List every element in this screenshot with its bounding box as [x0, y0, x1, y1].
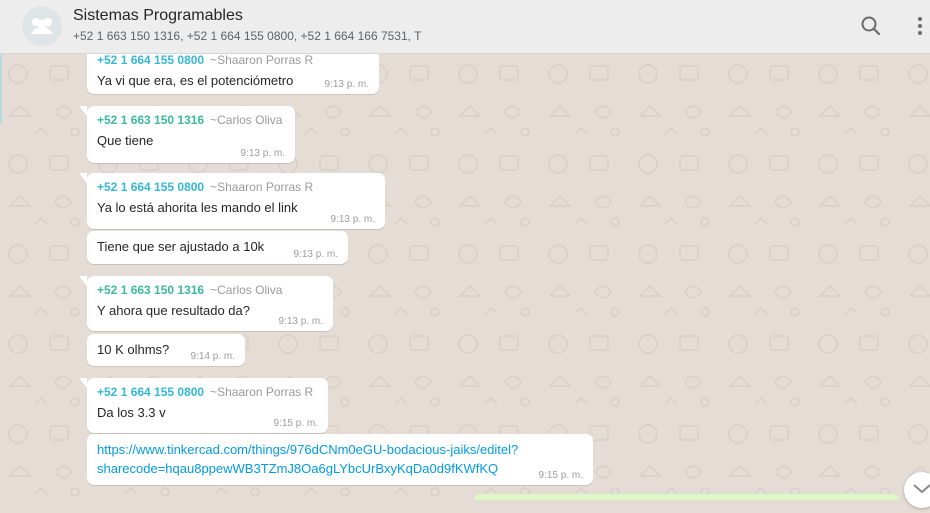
message-time: 9:15 p. m. [538, 470, 583, 481]
sender-number[interactable]: +52 1 663 150 1316 [97, 113, 204, 127]
chevron-down-icon [913, 484, 930, 494]
message-bubble[interactable]: 10 K olhms? 9:14 p. m. [87, 334, 245, 366]
sender-number[interactable]: +52 1 664 155 0800 [97, 385, 204, 399]
message-time: 9:13 p. m. [278, 316, 323, 327]
sender-number[interactable]: +52 1 663 150 1316 [97, 283, 204, 297]
message-sender: +52 1 664 155 0800 ~Shaaron Porras R [97, 179, 376, 195]
message-bubble[interactable]: +52 1 664 155 0800 ~Shaaron Porras R Ya v… [87, 54, 379, 94]
message-time: 9:13 p. m. [240, 148, 285, 159]
message-time: 9:13 p. m. [324, 79, 369, 90]
sender-alias: ~Carlos Oliva [210, 283, 283, 297]
message-bubble[interactable]: +52 1 664 155 0800 ~Shaaron Porras R Ya l… [79, 173, 385, 229]
message-sender: +52 1 663 150 1316 ~Carlos Oliva [97, 112, 286, 128]
chat-title[interactable]: Sistemas Programables [73, 7, 243, 25]
message-list[interactable]: +52 1 664 155 0800 ~Shaaron Porras R Ya v… [0, 54, 930, 500]
message-link[interactable]: https://www.tinkercad.com/things/976dCNm… [97, 442, 518, 476]
search-icon[interactable] [857, 12, 885, 40]
message-sender: +52 1 663 150 1316 ~Carlos Oliva [97, 282, 324, 298]
sender-alias: ~Shaaron Porras R [210, 54, 314, 67]
message-sender: +52 1 664 155 0800 ~Shaaron Porras R [97, 384, 319, 400]
message-time: 9:14 p. m. [190, 351, 235, 362]
message-time: 9:13 p. m. [330, 214, 375, 225]
message-bubble[interactable]: https://www.tinkercad.com/things/976dCNm… [87, 434, 593, 485]
sender-number[interactable]: +52 1 664 155 0800 [97, 54, 204, 67]
message-sender: +52 1 664 155 0800 ~Shaaron Porras R [97, 54, 370, 68]
scroll-down-button[interactable] [904, 472, 930, 508]
message-time: 9:15 p. m. [273, 418, 318, 429]
link-line[interactable]: https://www.tinkercad.com/things/976dCNm… [97, 442, 518, 457]
unread-indicator-strip [0, 54, 2, 124]
sender-alias: ~Carlos Oliva [210, 113, 283, 127]
group-icon [31, 18, 53, 34]
message-bubble[interactable]: +52 1 663 150 1316 ~Carlos Oliva Que tien… [79, 106, 295, 163]
link-line[interactable]: sharecode=hqau8ppewWB3TZmJ8Oa6gLYbcUrBxy… [97, 461, 498, 476]
message-bubble[interactable]: +52 1 663 150 1316 ~Carlos Oliva Y ahora … [79, 276, 333, 331]
more-vertical-icon[interactable] [906, 12, 930, 40]
sender-number[interactable]: +52 1 664 155 0800 [97, 180, 204, 194]
chat-header: Sistemas Programables +52 1 663 150 1316… [0, 0, 930, 54]
group-avatar[interactable] [22, 6, 62, 46]
chat-participants[interactable]: +52 1 663 150 1316, +52 1 664 155 0800, … [73, 29, 421, 43]
outgoing-message-edge [474, 494, 899, 500]
message-bubble[interactable]: +52 1 664 155 0800 ~Shaaron Porras R Da l… [79, 378, 328, 433]
sender-alias: ~Shaaron Porras R [210, 385, 314, 399]
message-time: 9:13 p. m. [293, 249, 338, 260]
sender-alias: ~Shaaron Porras R [210, 180, 314, 194]
message-bubble[interactable]: Tiene que ser ajustado a 10k 9:13 p. m. [87, 231, 348, 264]
